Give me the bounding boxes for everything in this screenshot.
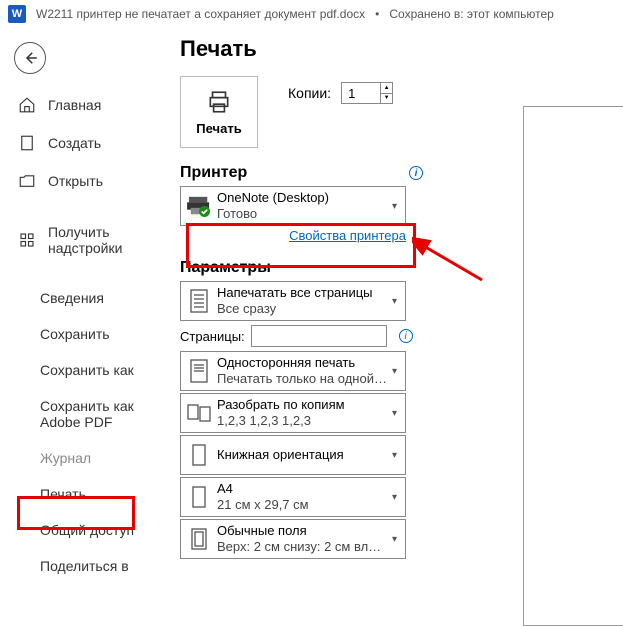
nav-label: Печать xyxy=(40,486,86,502)
copies-input[interactable]: 1 ▲▼ xyxy=(341,82,393,104)
printer-name: OneNote (Desktop) xyxy=(217,190,388,206)
word-icon: W xyxy=(8,5,26,23)
collate-icon xyxy=(185,399,213,427)
spin-down-icon[interactable]: ▼ xyxy=(380,94,392,104)
nav-share-with[interactable]: Поделиться в xyxy=(0,548,170,584)
print-pages-select[interactable]: Напечатать все страницыВсе сразу ▾ xyxy=(180,281,406,321)
printer-ready-icon xyxy=(185,192,213,220)
dd-line1: Односторонняя печать xyxy=(217,355,388,371)
copies-value: 1 xyxy=(348,86,355,101)
margins-icon xyxy=(185,525,213,553)
copies-label: Копии: xyxy=(288,85,331,101)
backstage-nav: Главная Создать Открыть Получить надстро… xyxy=(0,28,170,614)
spin-up-icon[interactable]: ▲ xyxy=(380,83,392,94)
sides-select[interactable]: Односторонняя печатьПечатать только на о… xyxy=(180,351,406,391)
nav-label: Сведения xyxy=(40,290,104,306)
nav-label: Сохранить как Adobe PDF xyxy=(40,398,160,430)
info-icon[interactable]: i xyxy=(409,166,423,180)
dd-line2: Все сразу xyxy=(217,301,388,317)
nav-save[interactable]: Сохранить xyxy=(0,316,170,352)
dd-line1: Разобрать по копиям xyxy=(217,397,388,413)
open-icon xyxy=(18,172,36,190)
pages-input[interactable] xyxy=(251,325,387,347)
dd-line2: Печатать только на одной с... xyxy=(217,371,388,387)
paper-icon xyxy=(185,483,213,511)
nav-history[interactable]: Журнал xyxy=(0,440,170,476)
spinner[interactable]: ▲▼ xyxy=(380,83,392,103)
orientation-select[interactable]: Книжная ориентация ▾ xyxy=(180,435,406,475)
nav-addins[interactable]: Получить надстройки xyxy=(0,214,170,266)
dd-line1: Обычные поля xyxy=(217,523,388,539)
printer-select[interactable]: OneNote (Desktop) Готово ▾ xyxy=(180,186,406,226)
one-sided-icon xyxy=(185,357,213,385)
chevron-down-icon: ▾ xyxy=(388,492,401,503)
collate-select[interactable]: Разобрать по копиям1,2,3 1,2,3 1,2,3 ▾ xyxy=(180,393,406,433)
nav-label: Получить надстройки xyxy=(48,224,160,256)
chevron-down-icon: ▾ xyxy=(388,450,401,461)
nav-info[interactable]: Сведения xyxy=(0,280,170,316)
dd-line2: Верх: 2 см снизу: 2 см влев... xyxy=(217,539,388,555)
titlebar: W W2211 принтер не печатает а сохраняет … xyxy=(0,0,623,28)
page-all-icon xyxy=(185,287,213,315)
paper-size-select[interactable]: A421 см x 29,7 см ▾ xyxy=(180,477,406,517)
nav-label: Сохранить xyxy=(40,326,110,342)
printer-properties-link[interactable]: Свойства принтера xyxy=(180,228,406,243)
chevron-down-icon: ▾ xyxy=(388,408,401,419)
print-preview xyxy=(523,106,623,626)
dd-line1: A4 xyxy=(217,481,388,497)
nav-label: Сохранить как xyxy=(40,362,134,378)
print-button[interactable]: Печать xyxy=(180,76,258,148)
nav-create[interactable]: Создать xyxy=(0,124,170,162)
dd-line2: 21 см x 29,7 см xyxy=(217,497,388,513)
nav-save-adobe[interactable]: Сохранить как Adobe PDF xyxy=(0,388,170,440)
arrow-left-icon xyxy=(21,49,39,67)
printer-icon xyxy=(204,89,234,115)
nav-label: Открыть xyxy=(48,173,103,189)
dot: • xyxy=(375,7,379,21)
chevron-down-icon: ▾ xyxy=(388,201,401,212)
nav-label: Общий доступ xyxy=(40,522,134,538)
back-button[interactable] xyxy=(14,42,46,74)
nav-label: Журнал xyxy=(40,450,91,466)
nav-open[interactable]: Открыть xyxy=(0,162,170,200)
dd-line1: Книжная ориентация xyxy=(217,447,388,463)
printer-heading-label: Принтер xyxy=(180,164,247,182)
nav-label: Поделиться в xyxy=(40,558,129,574)
dd-line1: Напечатать все страницы xyxy=(217,285,388,301)
dd-line2: 1,2,3 1,2,3 1,2,3 xyxy=(217,413,388,429)
copies-row: Копии: 1 ▲▼ xyxy=(288,82,393,104)
pages-label: Страницы: xyxy=(180,329,245,344)
saved-location: Сохранено в: этот компьютер xyxy=(389,7,554,21)
nav-home[interactable]: Главная xyxy=(0,86,170,124)
nav-share[interactable]: Общий доступ xyxy=(0,512,170,548)
page-title: Печать xyxy=(180,36,623,62)
portrait-icon xyxy=(185,441,213,469)
doc-title: W2211 принтер не печатает а сохраняет до… xyxy=(36,7,365,21)
nav-label: Создать xyxy=(48,135,101,151)
home-icon xyxy=(18,96,36,114)
addins-icon xyxy=(18,231,36,249)
print-button-label: Печать xyxy=(196,121,241,136)
nav-saveas[interactable]: Сохранить как xyxy=(0,352,170,388)
chevron-down-icon: ▾ xyxy=(388,366,401,377)
margins-select[interactable]: Обычные поляВерх: 2 см снизу: 2 см влев.… xyxy=(180,519,406,559)
chevron-down-icon: ▾ xyxy=(388,534,401,545)
printer-status: Готово xyxy=(217,206,388,222)
nav-label: Главная xyxy=(48,97,101,113)
new-icon xyxy=(18,134,36,152)
chevron-down-icon: ▾ xyxy=(388,296,401,307)
nav-print[interactable]: Печать xyxy=(0,476,170,512)
info-icon[interactable]: i xyxy=(399,329,413,343)
